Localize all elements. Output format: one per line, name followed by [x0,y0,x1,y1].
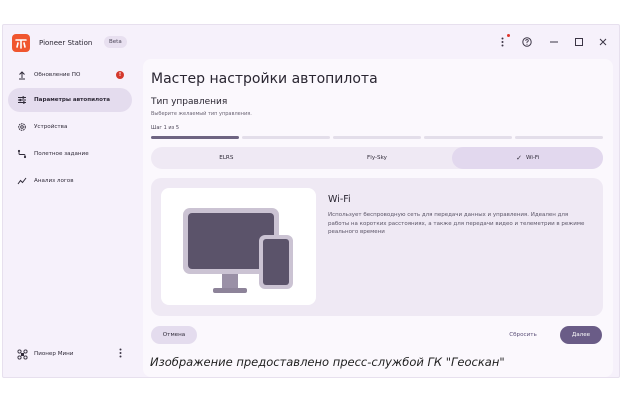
sidebar-item-label: Обновление ПО [34,72,81,78]
progress-segment [333,136,421,139]
app-window: Pioneer Station Beta Обновление ПО ! Пар… [2,24,620,378]
beta-badge: Beta [104,36,127,48]
card-description: Использует беспроводную сеть для передач… [328,212,585,235]
sidebar-item-autopilot-params[interactable]: Параметры автопилота [8,88,132,112]
step-progress [151,136,603,139]
option-fly-sky[interactable]: Fly-Sky [302,147,453,169]
account-name: Пионер Мини [34,351,74,357]
option-detail-card: Wi-Fi Использует беспроводную сеть для п… [151,178,603,316]
sliders-icon [16,94,28,106]
sidebar-item-log-analysis[interactable]: Анализ логов [8,169,132,193]
drone-icon [16,348,28,360]
main-panel: Мастер настройки автопилота Тип управлен… [143,59,613,377]
sidebar-item-flight-plan[interactable]: Полетное задание [8,142,132,166]
option-label: ELRS [219,155,234,161]
next-button[interactable]: Далее [560,326,602,344]
progress-segment [151,136,239,139]
check-icon: ✓ [516,154,522,162]
account-menu-icon[interactable] [119,348,122,361]
reset-button[interactable]: Сбросить [503,326,543,344]
step-label: Шаг 1 из 5 [151,125,180,131]
route-icon [16,148,28,160]
option-label: Fly-Sky [367,155,387,161]
progress-segment [515,136,603,139]
option-wifi[interactable]: ✓ Wi-Fi [452,147,604,169]
sidebar-account[interactable]: Пионер Мини [8,343,132,365]
progress-segment [424,136,512,139]
help-icon[interactable] [521,36,533,48]
progress-segment [242,136,330,139]
sidebar: Обновление ПО ! Параметры автопилота Уст… [3,59,137,377]
sidebar-item-label: Анализ логов [34,178,74,184]
close-icon[interactable] [597,36,609,48]
gear-icon [16,121,28,133]
option-elrs[interactable]: ELRS [151,147,302,169]
maximize-icon[interactable] [573,36,585,48]
notification-dot [507,34,510,37]
sidebar-item-label: Устройства [34,124,68,130]
option-label: Wi-Fi [525,155,540,161]
card-title: Wi-Fi [328,194,351,205]
app-title: Pioneer Station [39,39,93,47]
cancel-button[interactable]: Отмена [151,326,197,344]
sidebar-item-devices[interactable]: Устройства [8,115,132,139]
control-type-selector: ELRS Fly-Sky ✓ Wi-Fi [151,147,604,169]
devices-illustration [161,188,316,305]
sidebar-item-label: Полетное задание [34,151,89,157]
chart-line-icon [16,175,28,187]
title-bar: Pioneer Station Beta [3,25,619,59]
update-badge: ! [116,71,124,79]
page-title: Мастер настройки автопилота [151,71,378,87]
kebab-icon[interactable] [496,36,508,48]
minimize-icon[interactable] [548,36,560,48]
upload-icon [16,69,28,81]
sidebar-item-firmware-update[interactable]: Обновление ПО ! [8,63,132,87]
sidebar-item-label: Параметры автопилота [34,97,110,103]
app-logo-icon [12,34,30,52]
image-caption: Изображение предоставлено пресс-службой … [150,355,505,369]
section-title: Тип управления [151,97,228,107]
section-subtitle: Выберите желаемый тип управления. [151,111,252,117]
